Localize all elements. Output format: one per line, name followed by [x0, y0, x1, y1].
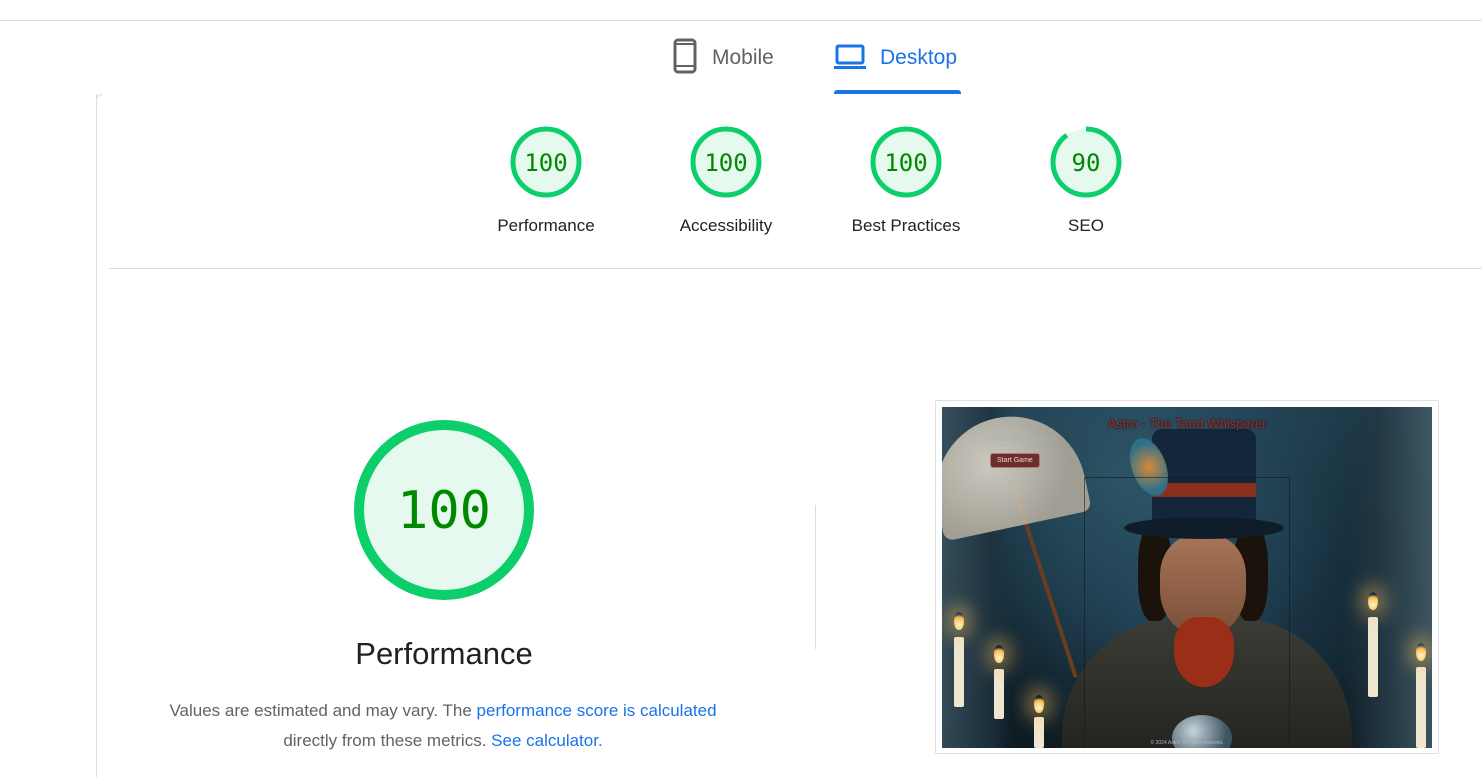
gauge-ring: 90: [1050, 126, 1122, 198]
tab-mobile[interactable]: Mobile: [672, 38, 774, 94]
smartphone-icon: [672, 38, 698, 79]
screenshot-art: [994, 669, 1004, 719]
screenshot-art: [1416, 643, 1426, 661]
performance-score-link[interactable]: performance score is calculated: [477, 701, 717, 720]
tab-mobile-label: Mobile: [712, 46, 774, 69]
gauge-score: 100: [524, 149, 567, 177]
tab-selected-indicator: [834, 90, 961, 94]
gauge-accessibility[interactable]: 100 Accessibility: [651, 125, 801, 245]
gauge-best-practices[interactable]: 100 Best Practices: [831, 125, 981, 245]
screenshot-footer: © 2024 Astro. All rights reserved.: [1150, 740, 1224, 746]
gauge-score: 100: [704, 149, 747, 177]
report-frame-edge: [96, 94, 97, 777]
screenshot-counter: Cards Remaining: 0: [986, 434, 1057, 443]
gauge-seo[interactable]: 90 SEO: [1011, 125, 1161, 245]
final-screenshot: Astro - The Tarot Whisperer Cards Remain…: [942, 407, 1432, 748]
screenshot-start-button: Start Game: [990, 453, 1040, 468]
vertical-divider: [815, 505, 816, 649]
screenshot-art: [954, 612, 964, 630]
gauge-ring: 100: [510, 126, 582, 198]
laptop-icon: [834, 38, 866, 79]
performance-title: Performance: [355, 636, 533, 671]
gauge-ring: 100: [690, 126, 762, 198]
screenshot-title: Astro - The Tarot Whisperer: [1107, 416, 1267, 431]
screenshot-art: [1368, 617, 1378, 697]
desc-middle: directly from these metrics.: [283, 731, 492, 750]
screenshot-art: [1416, 667, 1426, 748]
tab-desktop-label: Desktop: [880, 46, 958, 69]
big-gauge-ring: 100: [354, 420, 534, 600]
screenshot-art: [1034, 695, 1044, 713]
gauge-score: 100: [884, 149, 927, 177]
gauge-label: Performance: [497, 216, 595, 235]
screenshot-art: [1368, 592, 1378, 610]
final-screenshot-frame[interactable]: Astro - The Tarot Whisperer Cards Remain…: [935, 400, 1439, 754]
screenshot-art: [994, 645, 1004, 663]
top-divider: [0, 20, 1482, 21]
performance-big-gauge: 100: [352, 418, 536, 602]
screenshot-art: [1084, 477, 1290, 748]
gauge-ring: 100: [870, 126, 942, 198]
see-calculator-link[interactable]: See calculator.: [491, 731, 603, 750]
big-gauge-score: 100: [397, 481, 491, 541]
tab-desktop[interactable]: Desktop: [834, 38, 957, 94]
gauge-label: SEO: [1068, 216, 1104, 235]
gauge-label: Best Practices: [851, 216, 961, 235]
screenshot-art: [954, 637, 964, 707]
gauge-label: Accessibility: [679, 216, 773, 235]
gauge-score: 90: [1072, 149, 1101, 177]
gauge-performance[interactable]: 100 Performance: [471, 125, 621, 245]
summary-divider: [109, 268, 1482, 269]
performance-description: Values are estimated and may vary. The p…: [140, 696, 746, 756]
desc-prefix: Values are estimated and may vary. The: [169, 701, 477, 720]
